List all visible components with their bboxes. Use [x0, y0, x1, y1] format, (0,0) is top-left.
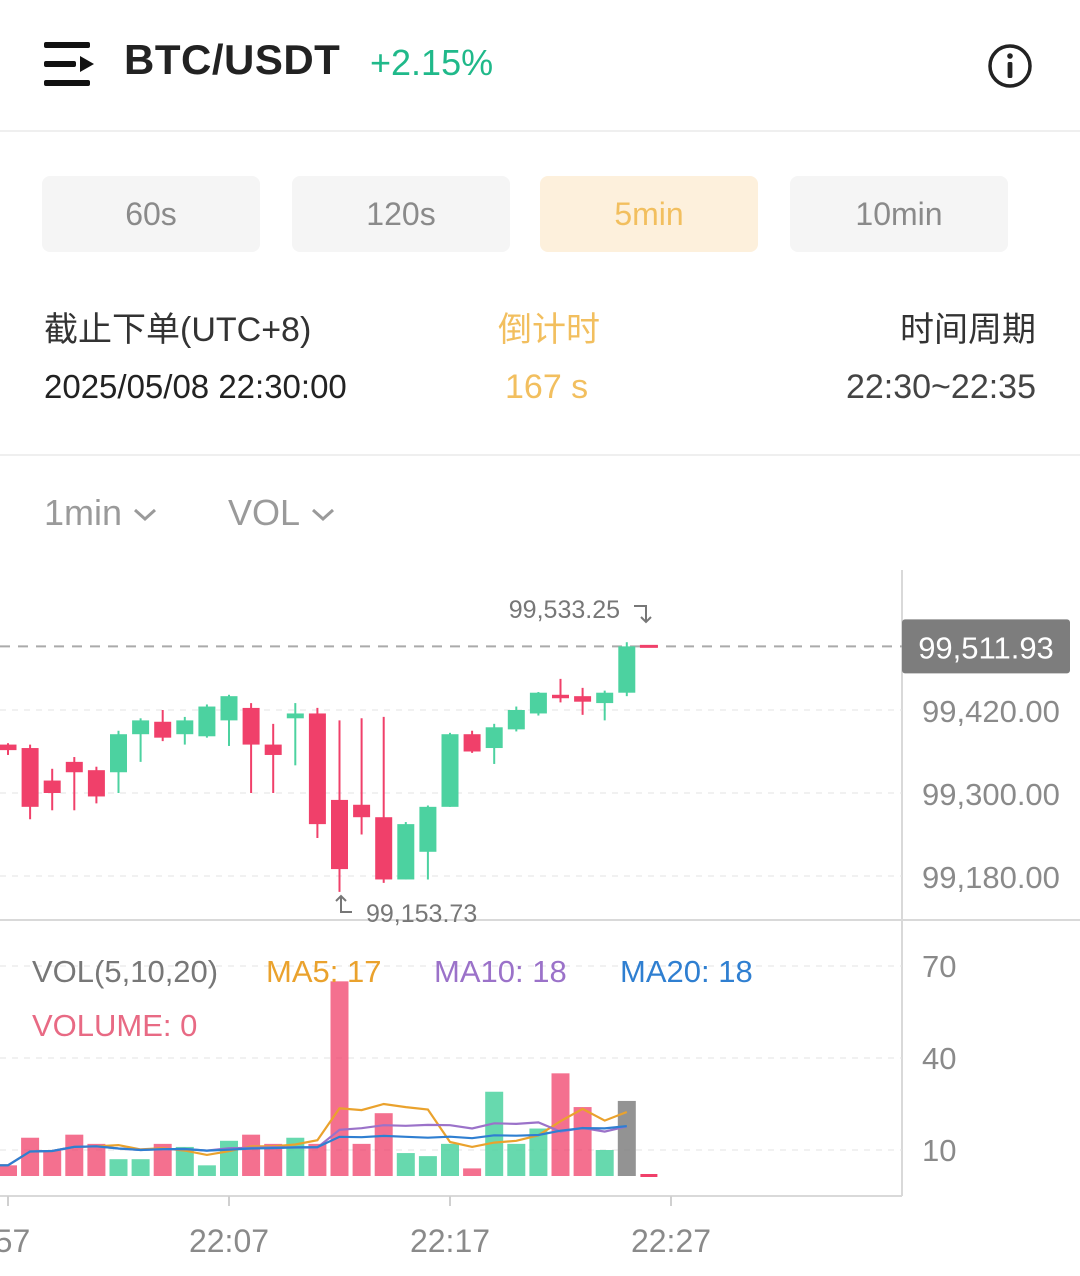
candle: [154, 721, 172, 738]
candle: [65, 761, 83, 773]
volume-bar: [308, 1143, 327, 1176]
candle: [419, 806, 437, 852]
volume-bar: [109, 1159, 128, 1176]
volume-bar: [374, 1113, 393, 1176]
period-label: 时间周期: [900, 311, 1036, 349]
candle: [132, 720, 150, 735]
time-tick-label: :57: [0, 1223, 30, 1259]
volume-bar: [131, 1159, 150, 1176]
candle: [331, 799, 348, 870]
interval-dropdown[interactable]: 1min: [44, 492, 158, 534]
ma5-legend: MA5: 17: [266, 954, 381, 989]
volume-bar: [330, 981, 349, 1176]
info-circle-icon[interactable]: [986, 42, 1034, 90]
chevron-down-icon: [312, 509, 335, 522]
volume-bar: [242, 1134, 261, 1176]
countdown-label: 倒计时: [498, 311, 600, 349]
candle: [596, 692, 614, 704]
candle: [618, 646, 636, 693]
candle: [242, 707, 260, 745]
price-tick-label: 99,300.00: [922, 777, 1060, 812]
interval-label: 1min: [44, 492, 123, 533]
price-volume-chart: 99,420.00 99,300.00 99,180.00 70 40 10 :57 22:0…: [0, 570, 1080, 1259]
candle: [21, 748, 39, 807]
candle: [264, 744, 282, 755]
volume-tick-label: 40: [922, 1041, 956, 1076]
price-change-percent: +2.15%: [370, 42, 494, 83]
volume-bar: [640, 1174, 658, 1177]
candle: [43, 780, 61, 793]
time-tick-label: 22:17: [410, 1223, 490, 1259]
high-price-label: 99,533.25: [509, 596, 620, 624]
trading-pair-title: BTC/USDT: [124, 36, 341, 83]
candle: [639, 644, 658, 648]
time-tick-label: 22:07: [189, 1223, 269, 1259]
volume-bar: [87, 1143, 106, 1176]
deadline-value: 2025/05/08 22:30:00: [44, 368, 347, 405]
price-tick-label: 99,180.00: [922, 860, 1060, 895]
candle: [353, 804, 371, 818]
candle: [529, 692, 547, 714]
volume-bar: [418, 1156, 437, 1176]
candle: [375, 817, 393, 880]
tab-10min[interactable]: 10min: [790, 176, 1008, 252]
ma20-legend: MA20: 18: [620, 954, 753, 989]
candle: [485, 727, 503, 749]
volume-bar: [573, 1107, 592, 1176]
tab-120s[interactable]: 120s: [292, 176, 510, 252]
tab-5min[interactable]: 5min: [540, 176, 758, 252]
volume-bar: [220, 1140, 238, 1176]
price-tick-label: 99,420.00: [922, 694, 1060, 729]
candle: [441, 734, 459, 807]
candle: [198, 706, 216, 737]
volume-bar: [595, 1150, 614, 1176]
ma10-legend: MA10: 18: [434, 954, 567, 989]
high-marker-arrow-icon: [634, 605, 652, 624]
candle: [220, 696, 238, 721]
volume-tick-label: 70: [922, 949, 956, 984]
candle: [308, 713, 326, 825]
menu-arrow-icon[interactable]: [42, 40, 98, 90]
candle: [0, 744, 17, 751]
indicator-label: VOL: [228, 492, 301, 533]
volume-bar: [396, 1153, 415, 1176]
volume-bar: [65, 1134, 84, 1176]
candle: [176, 720, 194, 735]
candle: [110, 734, 127, 773]
chevron-down-icon: [134, 509, 157, 522]
candles-layer: [0, 642, 658, 892]
candlestick-chart-area[interactable]: 99,420.00 99,300.00 99,180.00 70 40 10 :57 22:0…: [0, 560, 1080, 1276]
candle: [507, 710, 525, 730]
countdown-value: 167 s: [505, 368, 589, 406]
volume-bar: [43, 1150, 62, 1176]
deadline-label: 截止下单(UTC+8): [44, 311, 312, 349]
low-marker-arrow-icon: [335, 894, 352, 913]
low-price-label: 99,153.73: [366, 900, 477, 928]
candle: [574, 696, 592, 702]
volume-bar: [463, 1168, 482, 1176]
volume-bar: [352, 1143, 371, 1176]
time-tick-label: 22:27: [631, 1223, 711, 1259]
current-price-label: 99,511.93: [918, 630, 1054, 665]
volume-bar: [0, 1165, 17, 1176]
top-bar: BTC/USDT +2.15%: [0, 0, 1080, 132]
volume-bar: [507, 1143, 526, 1176]
candle: [463, 734, 481, 752]
volume-bar: [21, 1137, 40, 1176]
volume-legend: VOLUME: 0: [32, 1008, 197, 1043]
candle: [552, 694, 569, 699]
volume-bar: [485, 1091, 504, 1176]
period-value: 22:30~22:35: [845, 368, 1036, 406]
tab-60s[interactable]: 60s: [42, 176, 260, 252]
order-info-panel: 截止下单(UTC+8) 2025/05/08 22:30:00 倒计时 167 …: [0, 290, 1080, 456]
candle: [286, 713, 304, 719]
volume-bar: [441, 1143, 459, 1176]
candle: [87, 770, 105, 797]
vol-legend-title: VOL(5,10,20): [32, 954, 218, 989]
candle: [397, 824, 415, 880]
volume-tick-label: 10: [922, 1133, 956, 1168]
indicator-dropdown[interactable]: VOL: [228, 492, 336, 534]
volume-bar: [197, 1165, 216, 1176]
duration-tabs: 60s 120s 5min 10min: [0, 176, 1080, 252]
